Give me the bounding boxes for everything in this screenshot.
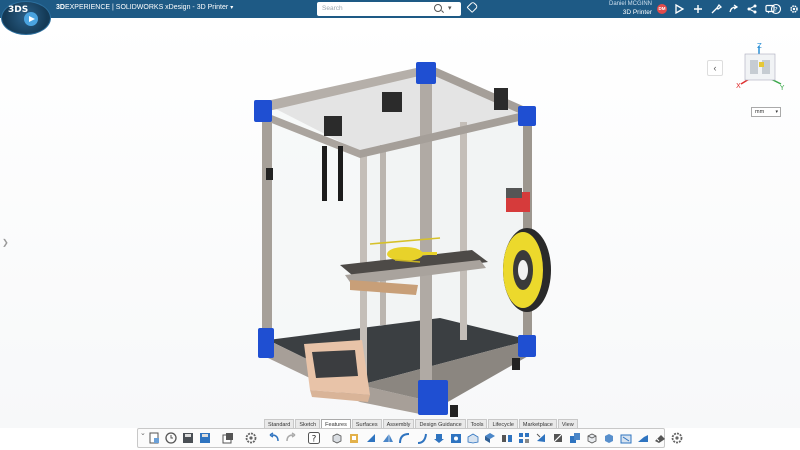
app-title[interactable]: 3DEXPERIENCE | SOLIDWORKS xDesign - 3D P…	[56, 4, 233, 11]
tag-icon[interactable]	[466, 0, 479, 14]
extrude-icon[interactable]	[330, 431, 344, 445]
fillet-icon[interactable]	[398, 431, 412, 445]
avatar[interactable]: DM	[657, 4, 667, 14]
measure-icon[interactable]	[653, 431, 667, 445]
rib-icon[interactable]	[466, 431, 480, 445]
draft-icon[interactable]	[483, 431, 497, 445]
shell-icon[interactable]	[432, 431, 446, 445]
3d-printer-model[interactable]	[240, 40, 560, 420]
network-icon[interactable]	[746, 3, 758, 15]
thicken-icon[interactable]	[636, 431, 650, 445]
collapse-handle-icon[interactable]: ⌄	[140, 430, 146, 446]
triad-y-label: Y	[779, 84, 785, 92]
3d-viewport[interactable]: ❯ ‹ Z X Y mm ▾	[0, 18, 800, 428]
scale-icon[interactable]	[619, 431, 633, 445]
search-input[interactable]: Search	[322, 5, 343, 12]
view-triad[interactable]: Z X Y	[733, 40, 789, 96]
search-bar[interactable]: Search ▾	[317, 2, 461, 16]
forward-icon[interactable]	[728, 3, 740, 15]
revolve-icon[interactable]	[347, 431, 361, 445]
settings-gear-icon[interactable]	[244, 431, 258, 445]
svg-text:?: ?	[312, 435, 317, 445]
units-select[interactable]: mm ▾	[751, 107, 781, 117]
top-bar: 3DEXPERIENCE | SOLIDWORKS xDesign - 3D P…	[0, 0, 800, 18]
copy-icon[interactable]	[221, 431, 235, 445]
combine-icon[interactable]	[568, 431, 582, 445]
help-icon[interactable]: ?	[770, 3, 782, 15]
mirror-icon[interactable]	[500, 431, 514, 445]
hole-icon[interactable]	[449, 431, 463, 445]
add-icon[interactable]	[692, 3, 704, 15]
tools-icon[interactable]	[710, 3, 723, 15]
user-info[interactable]: Daniel MCGINN 3D Printer	[600, 1, 652, 16]
settings-icon[interactable]	[788, 3, 800, 15]
redo-icon[interactable]	[284, 431, 298, 445]
user-name: Daniel MCGINN	[608, 1, 652, 7]
triad-x-label: X	[736, 82, 741, 90]
undo-icon[interactable]	[267, 431, 281, 445]
search-icon[interactable]	[434, 4, 442, 12]
pattern-icon[interactable]	[517, 431, 531, 445]
share-icon[interactable]	[673, 3, 685, 15]
search-dropdown-icon[interactable]: ▾	[448, 4, 452, 12]
chevron-down-icon[interactable]: ▾	[775, 108, 778, 116]
triad-z-label: Z	[757, 42, 762, 50]
help-icon[interactable]: ?	[307, 431, 321, 445]
collapse-panel-button[interactable]: ‹	[707, 60, 723, 76]
loft-icon[interactable]	[381, 431, 395, 445]
split-icon[interactable]	[551, 431, 565, 445]
chevron-down-icon[interactable]: ▾	[230, 5, 233, 11]
new-document-icon[interactable]	[147, 431, 161, 445]
expand-panel-icon[interactable]: ❯	[2, 238, 9, 247]
compass[interactable]: 3DS	[1, 1, 51, 35]
cube-icon[interactable]	[585, 431, 599, 445]
save-icon[interactable]	[181, 431, 195, 445]
action-bar: ⌄ ?	[137, 428, 683, 448]
settings-gear-icon[interactable]	[670, 431, 684, 445]
open-icon[interactable]	[164, 431, 178, 445]
move-face-icon[interactable]	[534, 431, 548, 445]
body-icon[interactable]	[602, 431, 616, 445]
play-icon[interactable]	[24, 12, 38, 26]
sweep-icon[interactable]	[364, 431, 378, 445]
svg-text:?: ?	[774, 5, 777, 13]
chamfer-icon[interactable]	[415, 431, 429, 445]
user-context: 3D Printer	[622, 8, 652, 16]
save-as-icon[interactable]	[198, 431, 212, 445]
